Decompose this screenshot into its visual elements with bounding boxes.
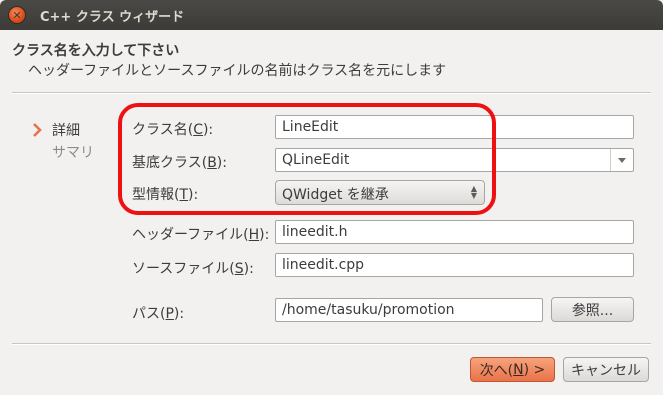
base-class-combo[interactable]: QLineEdit: [275, 148, 634, 172]
class-name-input[interactable]: LineEdit: [275, 115, 634, 139]
base-class-label: 基底クラス(B):: [132, 155, 227, 171]
path-input[interactable]: /home/tasuku/promotion: [275, 298, 543, 322]
class-name-label: クラス名(C):: [132, 122, 214, 138]
base-class-value: QLineEdit: [282, 152, 350, 168]
footer-divider: [12, 343, 651, 345]
source-file-input[interactable]: lineedit.cpp: [275, 253, 634, 277]
next-button[interactable]: 次へ(N) >: [470, 357, 555, 382]
close-icon: ✕: [12, 8, 22, 22]
step-label: 詳細: [52, 123, 80, 139]
cancel-button[interactable]: キャンセル: [563, 357, 649, 382]
type-info-value: QWidget を継承: [282, 187, 389, 203]
browse-button[interactable]: 参照...: [551, 297, 634, 322]
step-details: 詳細: [32, 120, 94, 142]
chevron-down-icon[interactable]: [610, 149, 633, 171]
header-file-label: ヘッダーファイル(H):: [132, 227, 270, 243]
current-step-arrow-icon: [33, 123, 42, 137]
type-info-label: 型情報(T):: [132, 187, 199, 203]
page-subtitle: ヘッダーファイルとソースファイルの名前はクラス名を元にします: [28, 63, 447, 79]
page-title: クラス名を入力して下さい: [12, 43, 180, 59]
header-divider: [12, 92, 651, 94]
source-file-label: ソースファイル(S):: [132, 261, 254, 277]
wizard-header: クラス名を入力して下さい ヘッダーファイルとソースファイルの名前はクラス名を元に…: [0, 30, 663, 88]
window-title: C++ クラス ウィザード: [40, 10, 185, 25]
updown-chevron-icon: ▲ ▼: [470, 184, 478, 200]
title-bar: ✕ C++ クラス ウィザード: [0, 0, 663, 30]
path-label: パス(P):: [132, 306, 185, 322]
header-file-input[interactable]: lineedit.h: [275, 220, 634, 244]
close-window-button[interactable]: ✕: [9, 7, 25, 23]
type-info-select[interactable]: QWidget を継承 ▲ ▼: [275, 180, 485, 205]
step-label: サマリ: [52, 145, 94, 161]
wizard-steps: 詳細 サマリ: [32, 120, 94, 164]
step-summary: サマリ: [32, 142, 94, 164]
